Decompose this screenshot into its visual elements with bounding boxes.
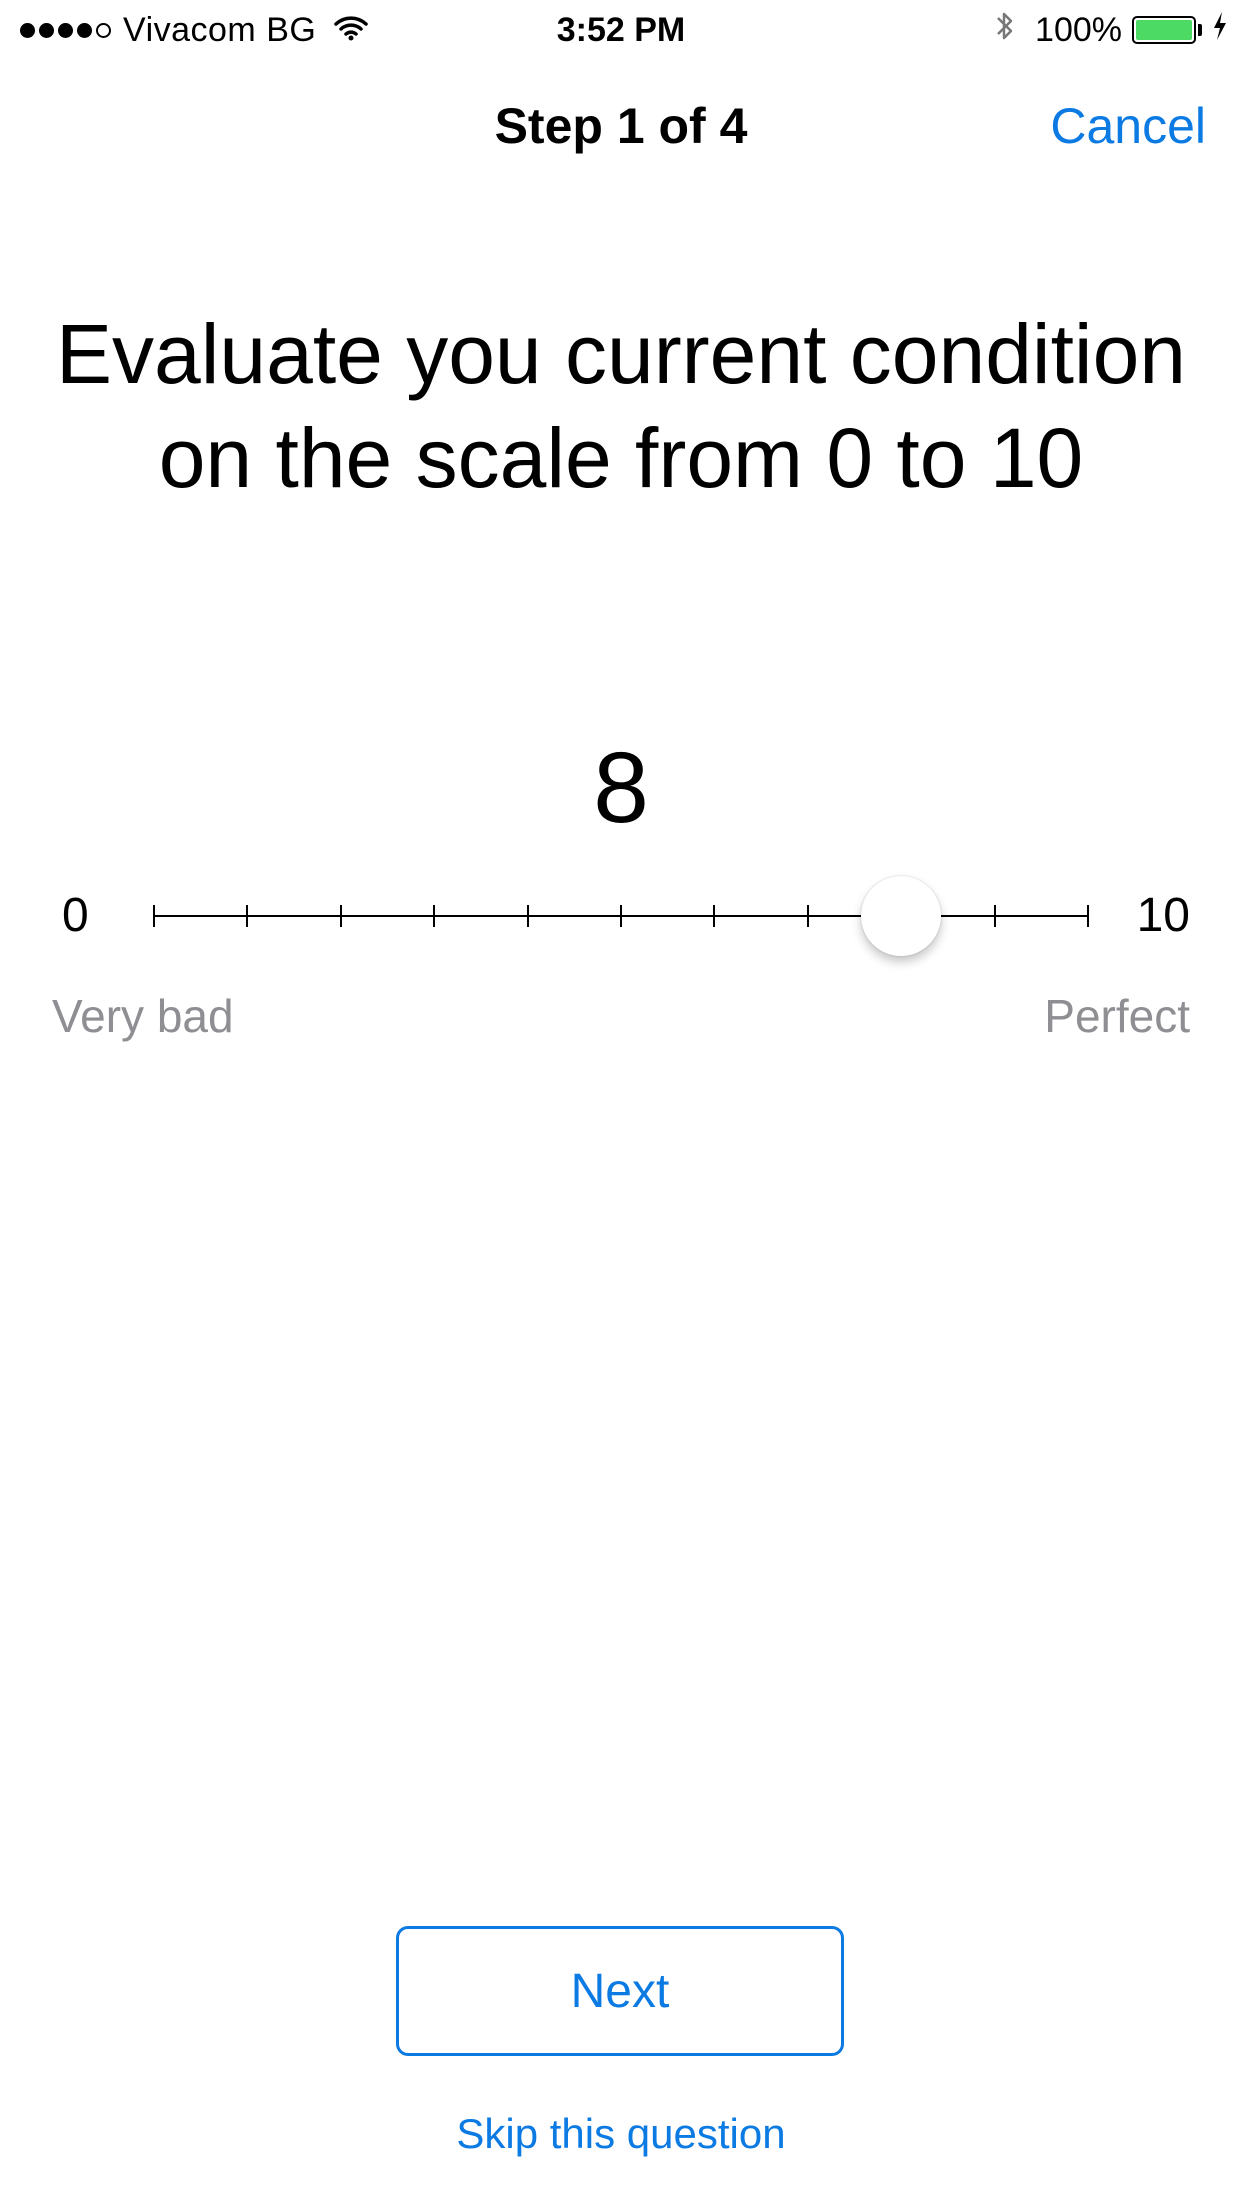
bluetooth-icon bbox=[995, 9, 1015, 52]
next-button[interactable]: Next bbox=[396, 1926, 844, 2056]
slider-tick bbox=[1087, 905, 1089, 927]
battery-icon bbox=[1132, 16, 1196, 44]
slider-tick bbox=[433, 905, 436, 927]
charging-bolt-icon bbox=[1212, 11, 1228, 50]
slider-tick bbox=[806, 905, 809, 927]
slider-tick bbox=[339, 905, 342, 927]
cancel-button[interactable]: Cancel bbox=[1050, 96, 1206, 156]
slider-tick bbox=[993, 905, 996, 927]
scale-max-description: Perfect bbox=[1044, 990, 1190, 1042]
slider-tick bbox=[713, 905, 716, 927]
skip-question-link[interactable]: Skip this question bbox=[0, 2108, 1242, 2160]
scale-max-label: 10 bbox=[1136, 889, 1190, 942]
battery-percent: 100% bbox=[1035, 10, 1122, 49]
status-right: 100% bbox=[995, 8, 1228, 52]
scale-min-label: 0 bbox=[62, 889, 89, 942]
slider-tick bbox=[526, 905, 529, 927]
slider-tick bbox=[246, 905, 249, 927]
condition-slider[interactable] bbox=[146, 876, 1096, 956]
scale-min-description: Very bad bbox=[52, 990, 234, 1042]
question-text: Evaluate you current condition on the sc… bbox=[55, 307, 1187, 505]
slider-thumb[interactable] bbox=[861, 876, 942, 956]
slider-tick bbox=[620, 905, 622, 927]
status-bar: Vivacom BG 3:52 PM 100% bbox=[0, 0, 1242, 60]
current-value: 8 bbox=[593, 732, 649, 844]
slider-tick bbox=[153, 905, 155, 927]
